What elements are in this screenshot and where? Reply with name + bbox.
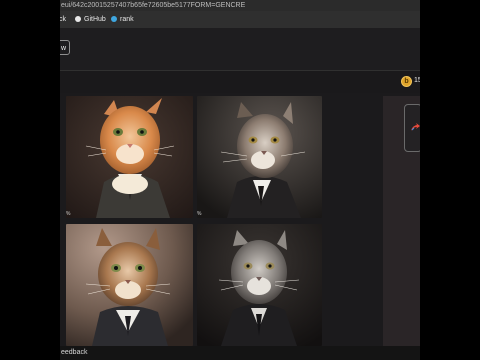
address-bar[interactable]: eui/642c20015257407b65fe72605be5177FORM=… — [60, 0, 420, 11]
bookmark-github[interactable]: GitHub — [75, 15, 106, 24]
share-arrow-icon — [411, 123, 420, 131]
feedback-bar[interactable]: eedback — [60, 346, 420, 360]
coin-icon[interactable]: b — [401, 76, 412, 87]
new-button-label: w — [60, 45, 66, 52]
image-corner-mark: % — [197, 211, 202, 217]
rank-icon — [111, 16, 117, 23]
bookmark-label: ck — [60, 16, 66, 23]
browser-window: eui/642c20015257407b65fe72605be5177FORM=… — [60, 0, 420, 360]
feedback-label: eedback — [61, 349, 88, 356]
bookmark-label: GitHub — [84, 16, 106, 23]
generated-image-2[interactable]: % — [197, 96, 322, 218]
image-gallery: % % — [60, 96, 322, 346]
address-text: eui/642c20015257407b65fe72605be5177FORM=… — [61, 2, 246, 9]
cat-image-brown-tabby — [66, 224, 193, 346]
page-header: w — [60, 28, 420, 71]
github-icon — [75, 16, 81, 23]
new-button[interactable]: w — [60, 40, 70, 55]
generated-image-1[interactable]: % — [66, 96, 193, 218]
coin-count: 15 — [414, 77, 420, 84]
cat-image-grey — [197, 224, 322, 346]
bookmark-label: rank — [120, 16, 134, 23]
cat-image-orange — [66, 96, 193, 218]
bookmark-rank[interactable]: rank — [111, 15, 134, 24]
generated-image-4[interactable] — [197, 224, 322, 346]
side-card[interactable] — [404, 104, 420, 152]
generated-image-3[interactable] — [66, 224, 193, 346]
image-corner-mark: % — [66, 211, 71, 217]
bookmarks-bar: ck GitHub rank — [60, 11, 420, 28]
cat-image-grey-tabby — [197, 96, 322, 218]
bookmark-item[interactable]: ck — [60, 15, 66, 24]
rewards-row: b 15 — [60, 71, 420, 93]
